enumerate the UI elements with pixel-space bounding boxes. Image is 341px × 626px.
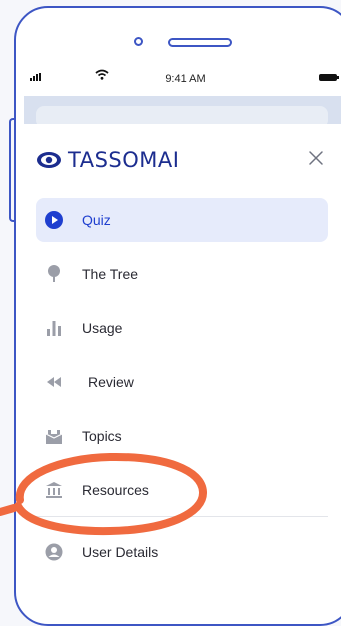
status-time: 9:41 AM	[165, 73, 206, 85]
menu-item-label: Usage	[82, 320, 123, 336]
menu-item-quiz[interactable]: Quiz	[36, 198, 328, 242]
status-bar: 9:41 AM	[24, 58, 341, 96]
menu-item-label: Resources	[82, 482, 149, 498]
play-circle-icon	[45, 211, 63, 229]
user-circle-icon	[45, 543, 63, 561]
menu-item-label: Quiz	[82, 212, 111, 228]
tree-icon	[48, 265, 60, 282]
menu-item-label: The Tree	[82, 266, 139, 282]
menu-item-label: Review	[88, 374, 134, 390]
menu-item-usage[interactable]: Usage	[36, 306, 328, 350]
menu-item-user-details[interactable]: User Details	[36, 530, 328, 574]
navigation-drawer: TASSOMAI Quiz The Tree Usage Review Topi…	[24, 124, 341, 589]
menu-item-label: Topics	[82, 428, 122, 444]
menu-divider	[36, 516, 328, 517]
eye-logo-icon	[37, 152, 61, 168]
books-icon	[45, 430, 63, 444]
phone-screen: 9:41 AM TASSOMAI Quiz The Tree Usage Rev…	[24, 58, 341, 589]
phone-camera	[134, 37, 143, 46]
bank-icon	[46, 482, 62, 498]
menu-item-topics[interactable]: Topics	[36, 414, 328, 458]
drawer-menu: Quiz The Tree Usage Review Topics Resour…	[36, 198, 328, 584]
brand-logo: TASSOMAI	[36, 148, 179, 172]
menu-item-review[interactable]: Review	[36, 360, 328, 404]
rewind-icon	[47, 377, 61, 387]
phone-speaker	[168, 38, 232, 47]
menu-item-resources[interactable]: Resources	[36, 468, 328, 512]
brand-name: TASSOMAI	[68, 148, 180, 172]
menu-item-label: User Details	[82, 544, 159, 560]
battery-icon	[319, 74, 339, 81]
bar-chart-icon	[47, 321, 61, 336]
menu-item-the-tree[interactable]: The Tree	[36, 252, 328, 296]
close-icon[interactable]	[306, 148, 326, 168]
